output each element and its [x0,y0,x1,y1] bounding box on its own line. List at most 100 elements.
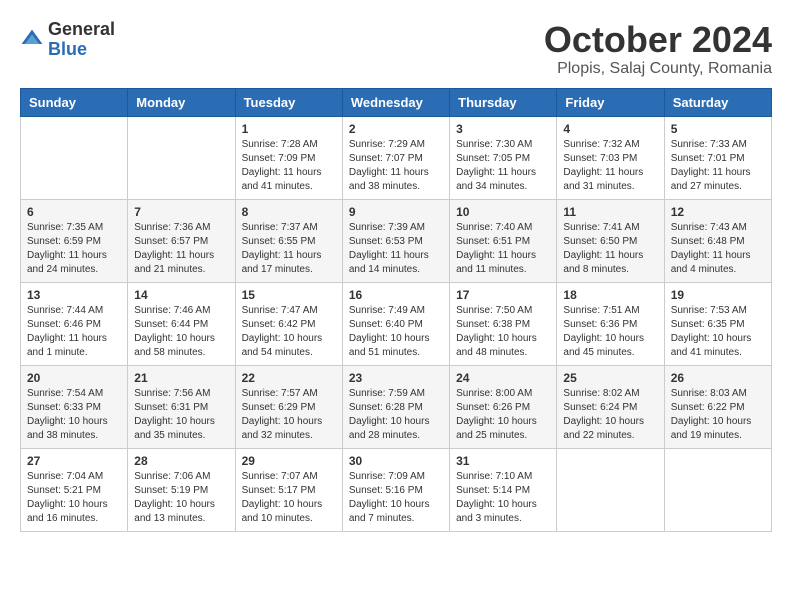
day-info: Sunrise: 7:47 AMSunset: 6:42 PMDaylight:… [242,304,336,360]
day-info: Sunrise: 7:29 AMSunset: 7:07 PMDaylight:… [349,138,443,194]
weekday-header-thursday: Thursday [450,88,557,116]
day-cell [557,448,664,531]
day-cell: 15 Sunrise: 7:47 AMSunset: 6:42 PMDayligh… [235,282,342,365]
day-number: 29 [242,454,336,468]
day-cell: 31 Sunrise: 7:10 AMSunset: 5:14 PMDayligh… [450,448,557,531]
day-info: Sunrise: 7:09 AMSunset: 5:16 PMDaylight:… [349,470,443,526]
day-info: Sunrise: 7:10 AMSunset: 5:14 PMDaylight:… [456,470,550,526]
day-number: 30 [349,454,443,468]
day-number: 8 [242,205,336,219]
day-cell: 9Sunrise: 7:39 AMSunset: 6:53 PMDaylight… [342,199,449,282]
day-cell: 6 Sunrise: 7:35 AMSunset: 6:59 PMDaylight… [21,199,128,282]
day-cell: 24 Sunrise: 8:00 AMSunset: 6:26 PMDayligh… [450,365,557,448]
day-info: Sunrise: 7:51 AMSunset: 6:36 PMDaylight:… [563,304,657,360]
day-cell: 3Sunrise: 7:30 AMSunset: 7:05 PMDaylight… [450,116,557,199]
day-cell: 2 Sunrise: 7:29 AMSunset: 7:07 PMDaylight… [342,116,449,199]
day-number: 13 [27,288,121,302]
day-cell: 19 Sunrise: 7:53 AMSunset: 6:35 PMDayligh… [664,282,771,365]
weekday-header-saturday: Saturday [664,88,771,116]
day-cell: 25Sunrise: 8:02 AMSunset: 6:24 PMDayligh… [557,365,664,448]
day-info: Sunrise: 7:30 AMSunset: 7:05 PMDaylight:… [456,138,550,194]
day-info: Sunrise: 7:37 AMSunset: 6:55 PMDaylight:… [242,221,336,277]
day-info: Sunrise: 7:46 AMSunset: 6:44 PMDaylight:… [134,304,228,360]
day-cell: 29Sunrise: 7:07 AMSunset: 5:17 PMDayligh… [235,448,342,531]
day-cell: 26Sunrise: 8:03 AMSunset: 6:22 PMDayligh… [664,365,771,448]
day-cell: 17Sunrise: 7:50 AMSunset: 6:38 PMDayligh… [450,282,557,365]
weekday-header-row: SundayMondayTuesdayWednesdayThursdayFrid… [21,88,772,116]
day-number: 23 [349,371,443,385]
day-cell: 5 Sunrise: 7:33 AMSunset: 7:01 PMDaylight… [664,116,771,199]
title-block: October 2024 Plopis, Salaj County, Roman… [544,20,772,78]
day-number: 1 [242,122,336,136]
day-info: Sunrise: 7:53 AMSunset: 6:35 PMDaylight:… [671,304,765,360]
day-number: 22 [242,371,336,385]
day-info: Sunrise: 7:04 AMSunset: 5:21 PMDaylight:… [27,470,121,526]
day-number: 6 [27,205,121,219]
day-number: 18 [563,288,657,302]
day-info: Sunrise: 7:28 AMSunset: 7:09 PMDaylight:… [242,138,336,194]
day-cell: 12 Sunrise: 7:43 AMSunset: 6:48 PMDayligh… [664,199,771,282]
day-cell: 10Sunrise: 7:40 AMSunset: 6:51 PMDayligh… [450,199,557,282]
day-cell: 23 Sunrise: 7:59 AMSunset: 6:28 PMDayligh… [342,365,449,448]
day-info: Sunrise: 7:32 AMSunset: 7:03 PMDaylight:… [563,138,657,194]
day-number: 27 [27,454,121,468]
day-number: 19 [671,288,765,302]
weekday-header-monday: Monday [128,88,235,116]
day-info: Sunrise: 7:06 AMSunset: 5:19 PMDaylight:… [134,470,228,526]
day-info: Sunrise: 7:35 AMSunset: 6:59 PMDaylight:… [27,221,121,277]
day-cell: 21 Sunrise: 7:56 AMSunset: 6:31 PMDayligh… [128,365,235,448]
logo-icon [20,28,44,52]
day-number: 20 [27,371,121,385]
week-row-4: 20Sunrise: 7:54 AMSunset: 6:33 PMDayligh… [21,365,772,448]
day-cell: 13Sunrise: 7:44 AMSunset: 6:46 PMDayligh… [21,282,128,365]
day-number: 26 [671,371,765,385]
day-info: Sunrise: 7:59 AMSunset: 6:28 PMDaylight:… [349,387,443,443]
day-cell: 30 Sunrise: 7:09 AMSunset: 5:16 PMDayligh… [342,448,449,531]
day-number: 11 [563,205,657,219]
day-cell: 4 Sunrise: 7:32 AMSunset: 7:03 PMDaylight… [557,116,664,199]
logo: General Blue [20,20,115,60]
day-number: 24 [456,371,550,385]
day-number: 28 [134,454,228,468]
day-info: Sunrise: 7:56 AMSunset: 6:31 PMDaylight:… [134,387,228,443]
day-cell: 1 Sunrise: 7:28 AMSunset: 7:09 PMDaylight… [235,116,342,199]
day-number: 15 [242,288,336,302]
day-number: 14 [134,288,228,302]
day-cell: 20Sunrise: 7:54 AMSunset: 6:33 PMDayligh… [21,365,128,448]
day-cell: 28 Sunrise: 7:06 AMSunset: 5:19 PMDayligh… [128,448,235,531]
location-text: Plopis, Salaj County, Romania [544,60,772,78]
weekday-header-tuesday: Tuesday [235,88,342,116]
week-row-3: 13Sunrise: 7:44 AMSunset: 6:46 PMDayligh… [21,282,772,365]
day-number: 9 [349,205,443,219]
day-cell: 14 Sunrise: 7:46 AMSunset: 6:44 PMDayligh… [128,282,235,365]
day-info: Sunrise: 8:00 AMSunset: 6:26 PMDaylight:… [456,387,550,443]
logo-blue-text: Blue [48,40,115,60]
day-info: Sunrise: 7:36 AMSunset: 6:57 PMDaylight:… [134,221,228,277]
day-cell: 8 Sunrise: 7:37 AMSunset: 6:55 PMDaylight… [235,199,342,282]
day-number: 31 [456,454,550,468]
day-info: Sunrise: 7:33 AMSunset: 7:01 PMDaylight:… [671,138,765,194]
day-info: Sunrise: 7:57 AMSunset: 6:29 PMDaylight:… [242,387,336,443]
day-number: 25 [563,371,657,385]
day-info: Sunrise: 7:50 AMSunset: 6:38 PMDaylight:… [456,304,550,360]
day-info: Sunrise: 7:43 AMSunset: 6:48 PMDaylight:… [671,221,765,277]
day-info: Sunrise: 7:49 AMSunset: 6:40 PMDaylight:… [349,304,443,360]
weekday-header-wednesday: Wednesday [342,88,449,116]
day-number: 2 [349,122,443,136]
day-number: 10 [456,205,550,219]
logo-general-text: General [48,20,115,40]
day-number: 21 [134,371,228,385]
weekday-header-sunday: Sunday [21,88,128,116]
day-cell [128,116,235,199]
day-number: 12 [671,205,765,219]
day-number: 4 [563,122,657,136]
day-cell: 7Sunrise: 7:36 AMSunset: 6:57 PMDaylight… [128,199,235,282]
day-number: 5 [671,122,765,136]
day-cell [664,448,771,531]
day-number: 16 [349,288,443,302]
calendar-table: SundayMondayTuesdayWednesdayThursdayFrid… [20,88,772,532]
day-cell: 18 Sunrise: 7:51 AMSunset: 6:36 PMDayligh… [557,282,664,365]
week-row-5: 27 Sunrise: 7:04 AMSunset: 5:21 PMDayligh… [21,448,772,531]
day-cell: 16 Sunrise: 7:49 AMSunset: 6:40 PMDayligh… [342,282,449,365]
day-cell [21,116,128,199]
